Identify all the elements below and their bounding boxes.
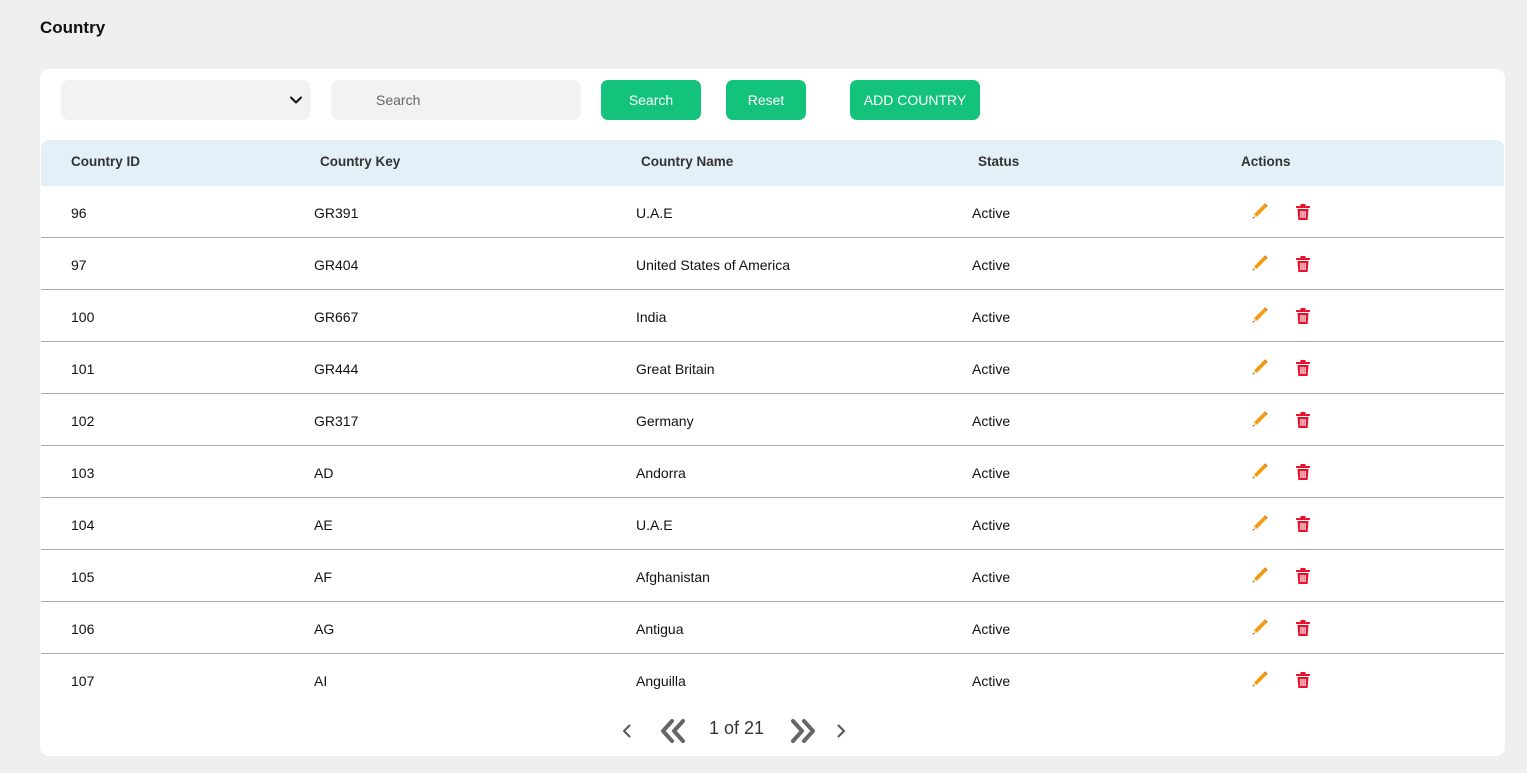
cell-country-id: 103 (71, 465, 95, 481)
pencil-icon[interactable] (1250, 463, 1268, 481)
pencil-icon[interactable] (1250, 255, 1268, 273)
table-row: 100 GR667 India Active (41, 290, 1504, 342)
country-table-card: Search Reset ADD COUNTRY Country ID Coun… (40, 69, 1505, 756)
cell-country-key: AD (314, 465, 334, 481)
cell-country-id: 106 (71, 621, 95, 637)
pencil-icon[interactable] (1250, 411, 1268, 429)
cell-country-key: AI (314, 673, 328, 689)
cell-status: Active (972, 465, 1011, 481)
trash-icon[interactable] (1294, 255, 1312, 273)
cell-country-name: U.A.E (636, 517, 673, 533)
cell-status: Active (972, 309, 1011, 325)
table-row: 106 AG Antigua Active (41, 602, 1504, 654)
pencil-icon[interactable] (1250, 619, 1268, 637)
double-chevron-right-icon[interactable] (789, 718, 817, 744)
cell-status: Active (972, 413, 1011, 429)
pagination: 1 of 21 (40, 713, 1505, 747)
cell-status: Active (972, 569, 1011, 585)
cell-country-id: 97 (71, 257, 87, 273)
page-indicator: 1 of 21 (709, 718, 765, 738)
search-button[interactable]: Search (601, 80, 701, 120)
table-row: 104 AE U.A.E Active (41, 498, 1504, 550)
cell-country-key: GR404 (314, 257, 359, 273)
add-country-button[interactable]: ADD COUNTRY (850, 80, 980, 120)
cell-country-name: Anguilla (636, 673, 686, 689)
cell-status: Active (972, 517, 1011, 533)
cell-country-name: Great Britain (636, 361, 715, 377)
cell-country-key: GR391 (314, 205, 359, 221)
cell-status: Active (972, 257, 1011, 273)
cell-country-id: 104 (71, 517, 95, 533)
cell-country-key: GR317 (314, 413, 359, 429)
pencil-icon[interactable] (1250, 203, 1268, 221)
trash-icon[interactable] (1294, 463, 1312, 481)
filter-select[interactable] (61, 80, 311, 120)
trash-icon[interactable] (1294, 359, 1312, 377)
chevron-right-icon[interactable] (832, 722, 850, 740)
cell-country-id: 101 (71, 361, 95, 377)
cell-country-id: 102 (71, 413, 95, 429)
cell-country-id: 107 (71, 673, 95, 689)
pencil-icon[interactable] (1250, 567, 1268, 585)
pencil-icon[interactable] (1250, 671, 1268, 689)
cell-status: Active (972, 205, 1011, 221)
page-title: Country (40, 18, 106, 37)
column-header-status: Status (978, 154, 1020, 169)
table-row: 101 GR444 Great Britain Active (41, 342, 1504, 394)
trash-icon[interactable] (1294, 619, 1312, 637)
cell-country-key: GR667 (314, 309, 359, 325)
cell-country-name: United States of America (636, 257, 791, 273)
pencil-icon[interactable] (1250, 515, 1268, 533)
table-row: 107 AI Anguilla Active (41, 654, 1504, 705)
reset-button[interactable]: Reset (726, 80, 806, 120)
column-header-actions: Actions (1241, 154, 1291, 169)
cell-country-name: Germany (636, 413, 694, 429)
cell-country-name: U.A.E (636, 205, 673, 221)
cell-country-name: Andorra (636, 465, 686, 481)
trash-icon[interactable] (1294, 567, 1312, 585)
table-row: 103 AD Andorra Active (41, 446, 1504, 498)
trash-icon[interactable] (1294, 203, 1312, 221)
column-header-country-name: Country Name (641, 154, 734, 169)
cell-country-key: AG (314, 621, 335, 637)
cell-country-name: Antigua (636, 621, 684, 637)
pencil-icon[interactable] (1250, 359, 1268, 377)
cell-country-id: 105 (71, 569, 95, 585)
cell-country-name: Afghanistan (636, 569, 710, 585)
table-body: 96 GR391 U.A.E Active 97 GR404 United States o… (41, 186, 1504, 705)
trash-icon[interactable] (1294, 307, 1312, 325)
filter-toolbar: Search Reset ADD COUNTRY (40, 69, 1505, 139)
table-row: 97 GR404 United States of America Active (41, 238, 1504, 290)
table-row: 96 GR391 U.A.E Active (41, 186, 1504, 238)
search-input[interactable] (331, 80, 581, 120)
cell-status: Active (972, 673, 1011, 689)
trash-icon[interactable] (1294, 411, 1312, 429)
trash-icon[interactable] (1294, 515, 1312, 533)
cell-country-key: GR444 (314, 361, 359, 377)
pencil-icon[interactable] (1250, 307, 1268, 325)
chevron-down-icon (290, 96, 302, 104)
table-header: Country ID Country Key Country Name Stat… (41, 140, 1504, 186)
column-header-country-key: Country Key (320, 154, 401, 169)
cell-status: Active (972, 361, 1011, 377)
cell-country-id: 100 (71, 309, 95, 325)
cell-country-key: AF (314, 569, 332, 585)
double-chevron-left-icon[interactable] (659, 718, 687, 744)
chevron-left-icon[interactable] (618, 722, 636, 740)
column-header-country-id: Country ID (71, 154, 140, 169)
cell-country-name: India (636, 309, 667, 325)
cell-status: Active (972, 621, 1011, 637)
table-row: 102 GR317 Germany Active (41, 394, 1504, 446)
trash-icon[interactable] (1294, 671, 1312, 689)
cell-country-id: 96 (71, 205, 87, 221)
table-row: 105 AF Afghanistan Active (41, 550, 1504, 602)
cell-country-key: AE (314, 517, 333, 533)
